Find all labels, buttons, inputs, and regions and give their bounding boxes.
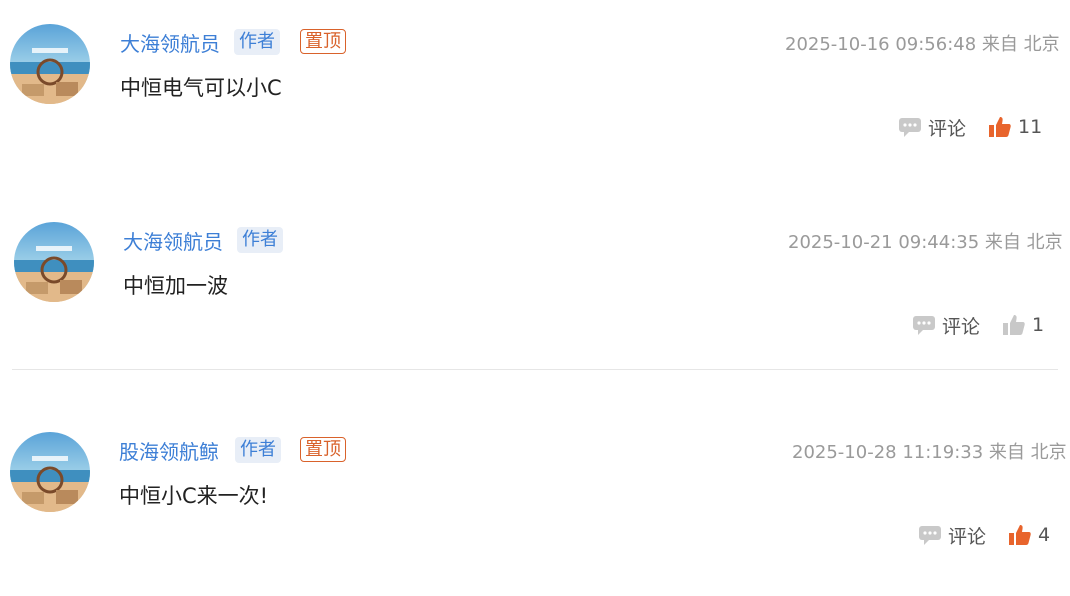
author-badge: 作者 [235, 437, 281, 463]
comment-item: 大海领航员 作者 2025-10-21 09:44:35 来自 北京 中恒加一波… [0, 216, 1070, 386]
avatar[interactable] [10, 24, 90, 104]
like-count: 4 [1038, 524, 1051, 546]
comment-text: 中恒电气可以小C [120, 76, 282, 100]
reply-button[interactable]: 评论 [918, 522, 986, 548]
thumbs-up-icon [988, 115, 1012, 139]
comment-timestamp-location: 2025-10-28 11:19:33 来自 北京 [792, 442, 1067, 463]
comment-bubble-icon [898, 116, 922, 138]
author-badge: 作者 [237, 227, 283, 253]
comment-author[interactable]: 大海领航员 [123, 226, 223, 255]
reply-label: 评论 [948, 525, 987, 548]
author-badge: 作者 [234, 29, 280, 55]
avatar-image [10, 432, 90, 512]
avatar-image [14, 222, 94, 302]
like-button[interactable]: 11 [988, 114, 1042, 140]
pinned-badge: 置顶 [300, 29, 346, 54]
avatar[interactable] [10, 432, 90, 512]
reply-label: 评论 [928, 117, 967, 140]
reply-label: 评论 [942, 315, 981, 338]
comment-bubble-icon [918, 524, 942, 546]
like-count: 1 [1032, 314, 1045, 336]
comment-item: 股海领航鲸 作者 置顶 2025-10-28 11:19:33 来自 北京 中恒… [0, 426, 1070, 596]
comment-item: 大海领航员 作者 置顶 2025-10-16 09:56:48 来自 北京 中恒… [0, 18, 1070, 188]
avatar[interactable] [14, 222, 94, 302]
comment-timestamp-location: 2025-10-16 09:56:48 来自 北京 [785, 34, 1060, 55]
section-divider [12, 369, 1058, 370]
like-count: 11 [1018, 116, 1043, 138]
thumbs-up-icon [1002, 313, 1026, 337]
avatar-image [10, 24, 90, 104]
like-button[interactable]: 1 [1002, 312, 1044, 338]
comment-text: 中恒小C来一次! [119, 484, 269, 508]
reply-button[interactable]: 评论 [898, 114, 966, 140]
reply-button[interactable]: 评论 [912, 312, 980, 338]
comment-author[interactable]: 大海领航员 [120, 28, 220, 57]
comment-timestamp-location: 2025-10-21 09:44:35 来自 北京 [788, 232, 1063, 253]
comment-text: 中恒加一波 [123, 274, 228, 298]
pinned-badge: 置顶 [300, 437, 346, 462]
like-button[interactable]: 4 [1008, 522, 1050, 548]
comment-author[interactable]: 股海领航鲸 [119, 436, 219, 465]
comment-bubble-icon [912, 314, 936, 336]
thumbs-up-icon [1008, 523, 1032, 547]
